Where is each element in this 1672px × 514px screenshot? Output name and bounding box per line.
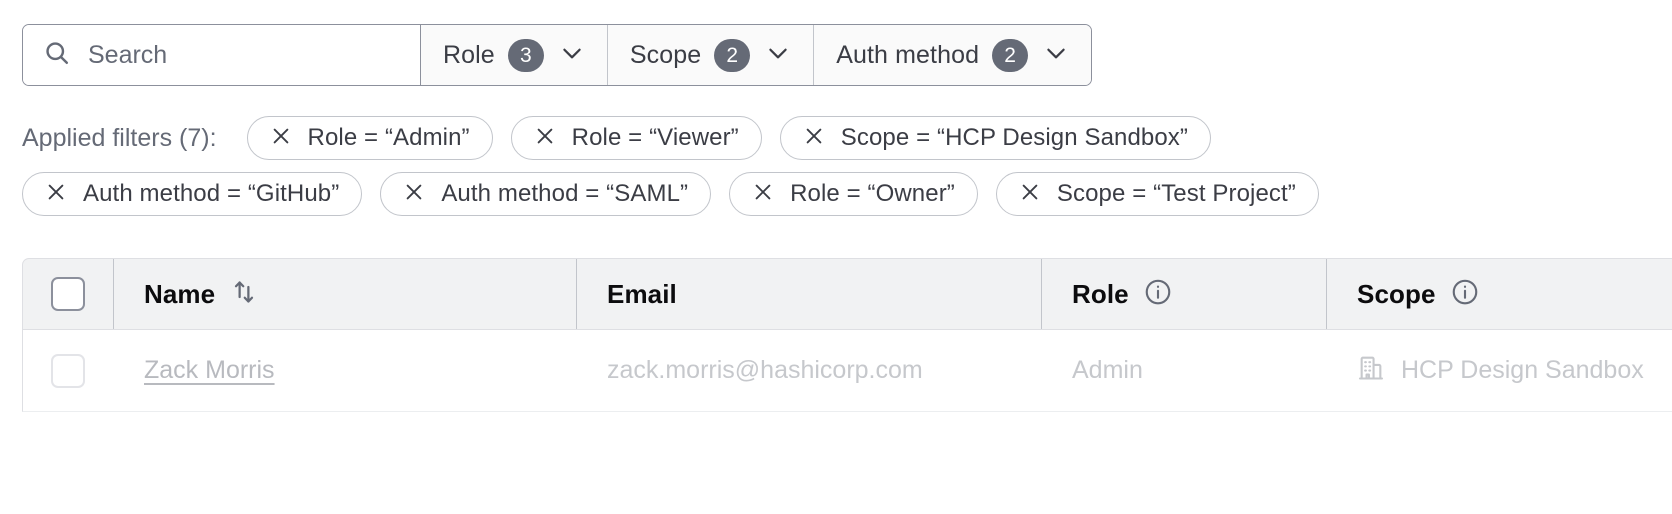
applied-filters-row-2: Auth method = “GitHub” Auth method = “SA… [22, 166, 1662, 222]
close-icon[interactable] [1019, 181, 1041, 208]
filter-chip-role-admin[interactable]: Role = “Admin” [247, 116, 493, 160]
cell-name: Zack Morris [113, 330, 576, 411]
chevron-down-icon [559, 40, 585, 71]
cell-role: Admin [1041, 330, 1326, 411]
filter-chip-role-owner[interactable]: Role = “Owner” [729, 172, 978, 216]
applied-filters-row-1: Applied filters (7): Role = “Admin” [22, 110, 1662, 166]
close-icon[interactable] [803, 125, 825, 152]
filter-count-role: 3 [508, 39, 544, 72]
chevron-down-icon [1043, 40, 1069, 71]
column-header-email[interactable]: Email [576, 259, 1041, 329]
filter-chip-label: Role = “Owner” [790, 180, 955, 208]
filter-chip-label: Auth method = “GitHub” [83, 180, 339, 208]
org-building-icon [1357, 354, 1385, 387]
row-select-cell [23, 330, 113, 411]
filter-count-auth-method: 2 [992, 39, 1028, 72]
filter-count-scope: 2 [714, 39, 750, 72]
table-row[interactable]: Zack Morris zack.morris@hashicorp.com Ad… [22, 330, 1672, 412]
row-select-checkbox[interactable] [51, 354, 85, 388]
column-header-role[interactable]: Role [1041, 259, 1326, 329]
user-email: zack.morris@hashicorp.com [607, 356, 923, 385]
filter-chip-label: Role = “Admin” [308, 124, 470, 152]
filter-chip-scope-hcp-design-sandbox[interactable]: Scope = “HCP Design Sandbox” [780, 116, 1211, 160]
applied-filters-label: Applied filters (7): [22, 124, 217, 153]
select-all-checkbox[interactable] [51, 277, 85, 311]
cell-scope: HCP Design Sandbox [1326, 330, 1672, 411]
applied-filters: Applied filters (7): Role = “Admin” [22, 110, 1662, 222]
users-table: Name Email Role [22, 258, 1672, 412]
close-icon[interactable] [270, 125, 292, 152]
filter-chip-auth-method-github[interactable]: Auth method = “GitHub” [22, 172, 362, 216]
search-input[interactable] [88, 41, 402, 70]
filter-chip-role-viewer[interactable]: Role = “Viewer” [511, 116, 762, 160]
filter-button-auth-method[interactable]: Auth method 2 [814, 25, 1091, 85]
filter-label-auth-method: Auth method [836, 41, 979, 70]
close-icon[interactable] [403, 181, 425, 208]
search-box[interactable] [23, 25, 421, 85]
filter-label-role: Role [443, 41, 495, 70]
table-header-row: Name Email Role [22, 258, 1672, 330]
column-header-label: Email [607, 279, 677, 310]
filter-button-scope[interactable]: Scope 2 [608, 25, 814, 85]
user-role: Admin [1072, 356, 1143, 385]
filter-chip-label: Scope = “HCP Design Sandbox” [841, 124, 1188, 152]
sort-arrows-icon[interactable] [229, 277, 259, 312]
column-header-label: Role [1072, 279, 1129, 310]
filter-chip-label: Scope = “Test Project” [1057, 180, 1296, 208]
filter-chip-scope-test-project[interactable]: Scope = “Test Project” [996, 172, 1319, 216]
search-icon [43, 39, 71, 72]
column-header-label: Name [144, 279, 215, 310]
filter-toolbar: Role 3 Scope 2 Auth method 2 [22, 24, 1092, 86]
column-header-scope[interactable]: Scope [1326, 259, 1672, 329]
users-filter-page: Role 3 Scope 2 Auth method 2 [0, 0, 1672, 514]
info-icon[interactable] [1450, 277, 1480, 312]
close-icon[interactable] [45, 181, 67, 208]
filter-button-role[interactable]: Role 3 [421, 25, 608, 85]
close-icon[interactable] [752, 181, 774, 208]
filter-chip-label: Auth method = “SAML” [441, 180, 688, 208]
info-icon[interactable] [1143, 277, 1173, 312]
chevron-down-icon [765, 40, 791, 71]
close-icon[interactable] [534, 125, 556, 152]
filter-label-scope: Scope [630, 41, 701, 70]
select-all-cell [23, 259, 113, 329]
user-name-link[interactable]: Zack Morris [144, 356, 275, 385]
column-header-name[interactable]: Name [113, 259, 576, 329]
user-scope: HCP Design Sandbox [1401, 356, 1644, 385]
column-header-label: Scope [1357, 279, 1436, 310]
filter-chip-auth-method-saml[interactable]: Auth method = “SAML” [380, 172, 711, 216]
cell-email: zack.morris@hashicorp.com [576, 330, 1041, 411]
filter-chip-label: Role = “Viewer” [572, 124, 739, 152]
